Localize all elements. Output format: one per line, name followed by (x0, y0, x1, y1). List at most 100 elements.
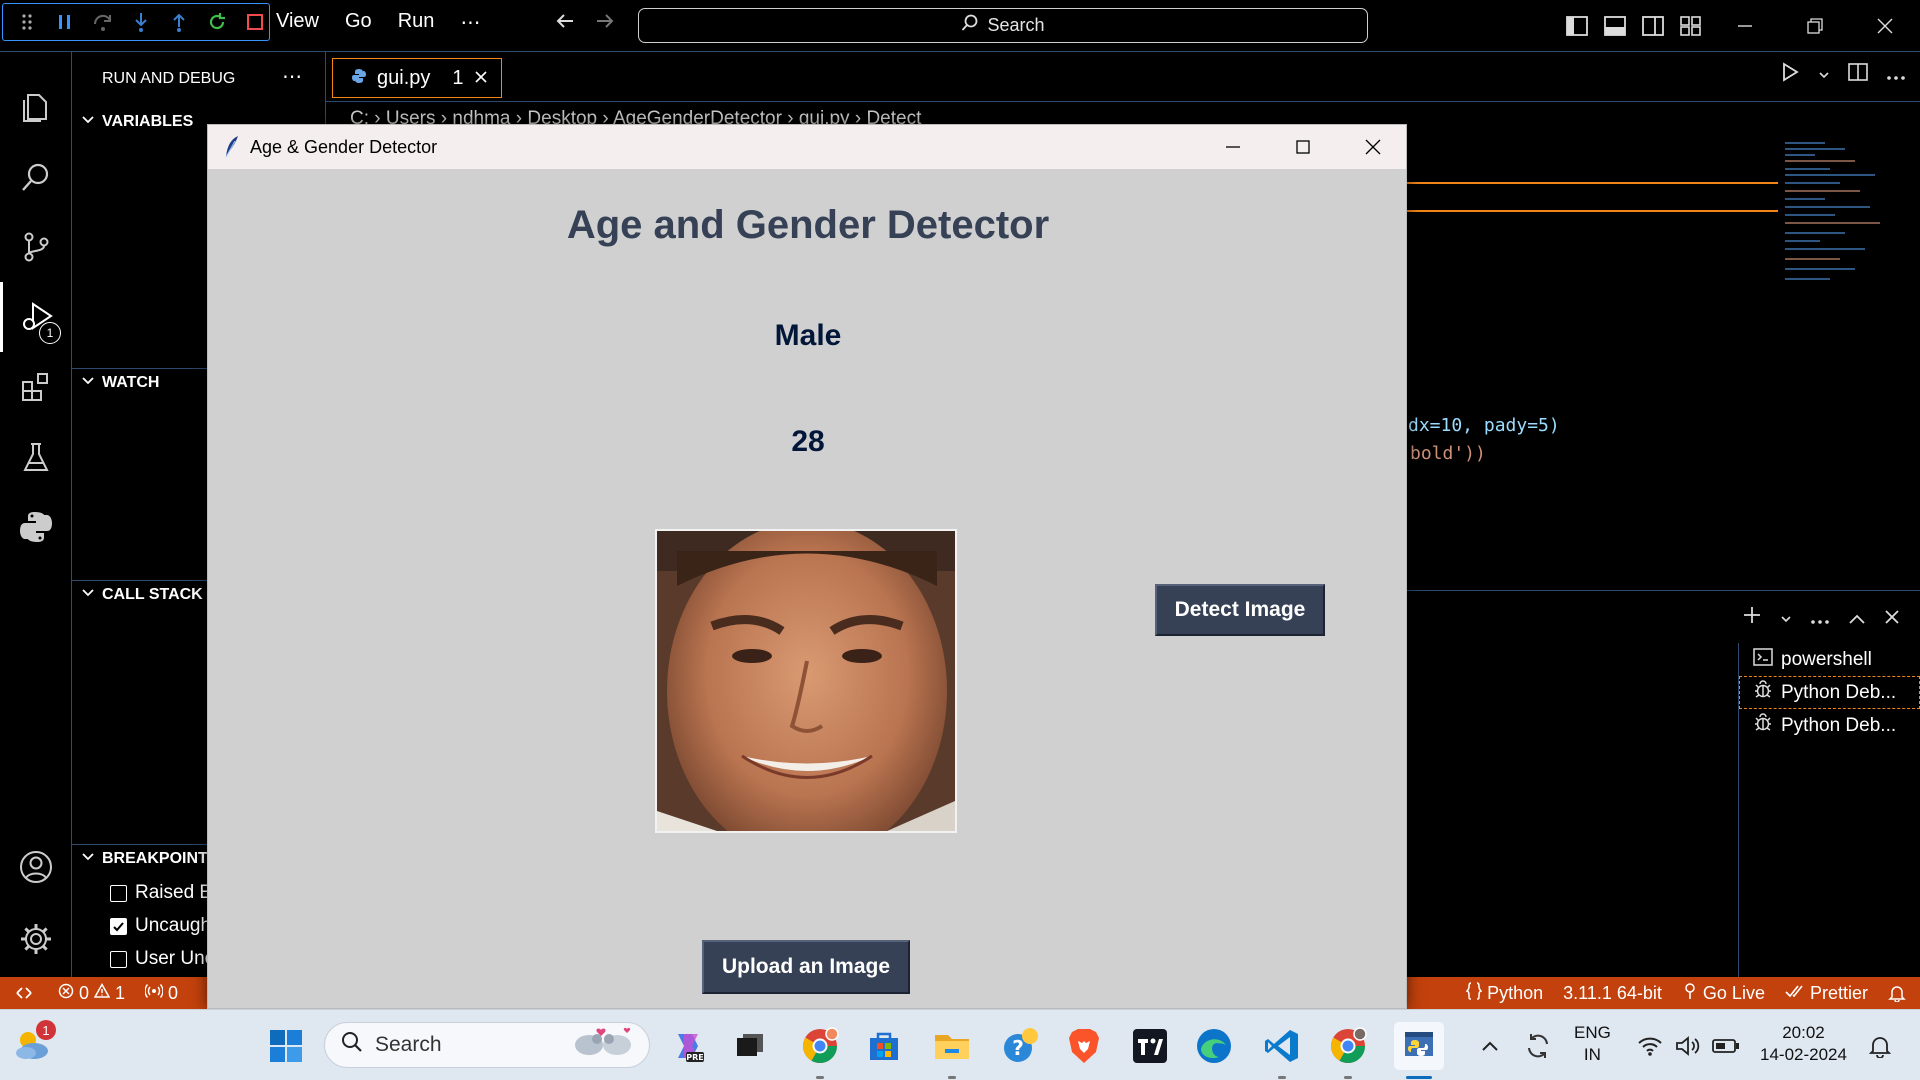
stop-icon[interactable] (241, 8, 269, 36)
editor-more-icon[interactable] (1886, 64, 1906, 87)
extensions-icon[interactable] (0, 352, 72, 422)
run-python-file-icon[interactable] (1780, 62, 1800, 88)
edge-browser-icon[interactable] (1194, 1026, 1234, 1066)
search-icon[interactable] (0, 142, 72, 212)
microsoft-store-icon[interactable] (864, 1026, 904, 1066)
settings-gear-icon[interactable] (0, 904, 72, 974)
python-tk-app-icon[interactable] (1394, 1022, 1444, 1070)
detect-image-button[interactable]: Detect Image (1155, 584, 1325, 636)
maximize-panel-icon[interactable] (1848, 605, 1866, 631)
run-and-debug-icon[interactable]: 1 (0, 282, 72, 352)
panel-more-icon[interactable] (1810, 605, 1830, 631)
input-language-indicator[interactable]: ENG IN (1574, 1022, 1611, 1066)
sync-icon[interactable] (1518, 1026, 1558, 1066)
customize-layout-icon[interactable] (1672, 0, 1710, 52)
battery-icon[interactable] (1706, 1026, 1746, 1066)
accounts-icon[interactable] (0, 832, 72, 902)
breakpoint-uncaught-exceptions[interactable]: Uncaugh (110, 915, 211, 937)
pause-icon[interactable] (51, 8, 79, 36)
back-arrow-icon[interactable] (554, 10, 576, 38)
menu-go[interactable]: Go (345, 10, 372, 35)
python-icon[interactable] (0, 492, 72, 562)
terminal-item-python-debug[interactable]: Python Deb... (1739, 676, 1920, 709)
restart-icon[interactable] (203, 8, 231, 36)
file-explorer-icon[interactable] (932, 1026, 972, 1066)
upload-image-button[interactable]: Upload an Image (702, 940, 910, 994)
command-center-search[interactable]: Search (638, 8, 1368, 43)
breakpoint-checkbox[interactable] (110, 884, 127, 902)
taskbar-search-placeholder: Search (375, 1033, 442, 1056)
weather-widget-icon[interactable]: 1 (12, 1020, 56, 1064)
breakpoint-user-uncaught[interactable]: User Unc (110, 948, 214, 970)
notification-bell-icon[interactable] (1860, 1026, 1900, 1066)
step-over-icon[interactable] (89, 8, 117, 36)
sidebar-more-actions[interactable]: ⋯ (282, 64, 302, 89)
step-into-icon[interactable] (127, 8, 155, 36)
code-line[interactable]: bold')) (1410, 443, 1486, 464)
volume-icon[interactable] (1668, 1026, 1708, 1066)
minimap[interactable] (1785, 140, 1895, 290)
tk-minimize-icon[interactable] (1198, 125, 1268, 169)
terminal-label: Python Deb... (1781, 681, 1897, 703)
step-out-icon[interactable] (165, 8, 193, 36)
toggle-secondary-sidebar-icon[interactable] (1634, 0, 1672, 52)
go-live-button[interactable]: Go Live (1672, 982, 1775, 1005)
show-hidden-icons-chevron-icon[interactable] (1470, 1026, 1510, 1066)
copilot-icon[interactable]: PRE (668, 1026, 708, 1066)
taskbar-search-box[interactable]: Search (324, 1022, 650, 1068)
wifi-icon[interactable] (1630, 1026, 1670, 1066)
close-panel-icon[interactable] (1884, 605, 1900, 631)
forward-arrow-icon[interactable] (594, 10, 616, 38)
clock[interactable]: 20:02 14-02-2024 (1760, 1022, 1847, 1066)
error-count: 0 (79, 982, 90, 1003)
source-control-icon[interactable] (0, 212, 72, 282)
tk-maximize-icon[interactable] (1268, 125, 1338, 169)
notifications-bell-icon[interactable] (1878, 984, 1920, 1002)
remote-indicator-icon[interactable] (0, 977, 48, 1009)
age-gender-detector-window: Age & Gender Detector Age and Gender Det… (207, 124, 1407, 1009)
toggle-primary-sidebar-icon[interactable] (1558, 0, 1596, 52)
menu-run[interactable]: Run (398, 10, 435, 35)
task-view-icon[interactable] (730, 1026, 770, 1066)
chevron-down-icon[interactable] (1780, 605, 1792, 631)
windows-start-icon[interactable] (266, 1026, 306, 1066)
tk-window-titlebar[interactable]: Age & Gender Detector (208, 125, 1406, 169)
drag-handle-icon[interactable] (13, 8, 41, 36)
python-interpreter[interactable]: 3.11.1 64-bit (1553, 983, 1672, 1004)
current-line-highlight (1400, 182, 1778, 184)
breakpoint-checkbox-checked[interactable] (110, 917, 127, 935)
testing-flask-icon[interactable] (0, 422, 72, 492)
chevron-down-icon[interactable] (1818, 64, 1830, 87)
minimize-icon[interactable] (1710, 0, 1780, 52)
explorer-icon[interactable] (0, 72, 72, 142)
terminal-item-powershell[interactable]: powershell (1739, 643, 1920, 676)
tradingview-icon[interactable] (1130, 1026, 1170, 1066)
menu-view[interactable]: View (276, 10, 319, 35)
ports-indicator[interactable]: 0 (135, 983, 188, 1004)
prettier-status[interactable]: Prettier (1775, 983, 1878, 1004)
restore-icon[interactable] (1780, 0, 1850, 52)
new-terminal-icon[interactable] (1742, 605, 1762, 631)
editor-actions (1780, 62, 1906, 88)
tk-close-icon[interactable] (1338, 125, 1406, 169)
language-mode[interactable]: Python (1456, 981, 1553, 1005)
running-indicator (816, 1076, 824, 1079)
chrome-icon[interactable] (1328, 1026, 1368, 1066)
close-icon[interactable] (1850, 0, 1920, 52)
vscode-icon[interactable] (1262, 1026, 1302, 1066)
breakpoint-raised-exceptions[interactable]: Raised E (110, 882, 212, 904)
split-editor-icon[interactable] (1848, 62, 1868, 88)
code-line[interactable]: dx=10, pady=5) (1408, 415, 1560, 436)
tab-gui-py[interactable]: gui.py 1 (332, 58, 502, 98)
breakpoint-checkbox[interactable] (110, 950, 127, 968)
toggle-panel-icon[interactable] (1596, 0, 1634, 52)
tab-close-icon[interactable] (474, 67, 488, 90)
chrome-profile-icon[interactable] (800, 1026, 840, 1066)
brave-browser-icon[interactable] (1064, 1026, 1104, 1066)
help-app-icon[interactable]: ? (1000, 1026, 1040, 1066)
terminal-item-python-debug[interactable]: Python Deb... (1739, 709, 1920, 742)
chevron-down-icon (80, 585, 96, 606)
running-indicator (948, 1076, 956, 1079)
menu-more[interactable]: ⋯ (460, 10, 480, 35)
problems-indicator[interactable]: 0 1 (48, 982, 135, 1004)
